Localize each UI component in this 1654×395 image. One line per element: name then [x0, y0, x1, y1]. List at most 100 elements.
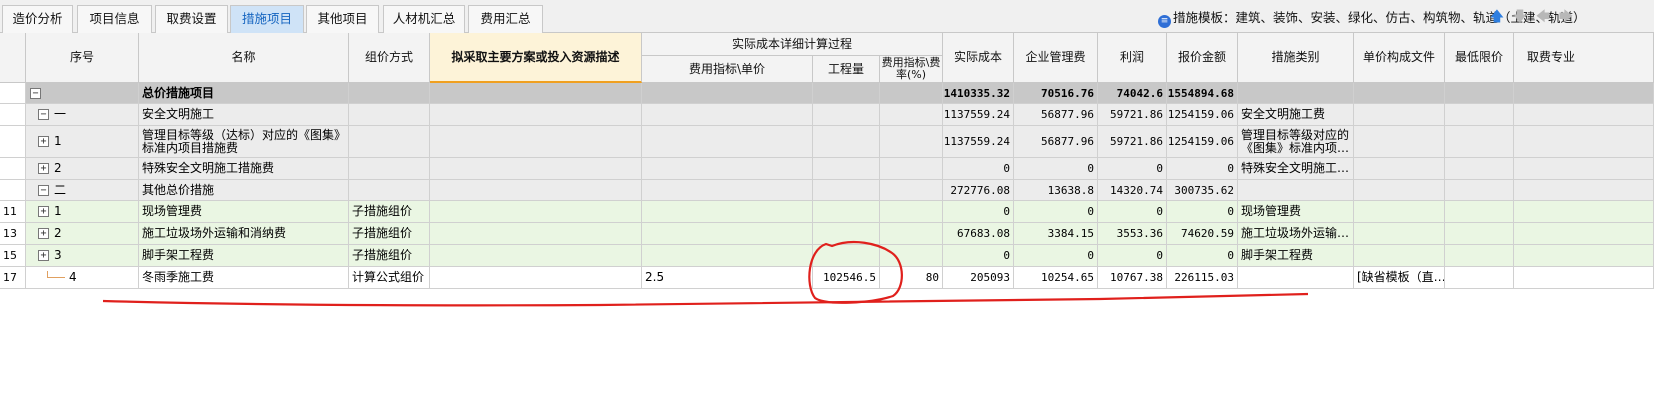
name-cell[interactable]: 现场管理费: [139, 201, 349, 223]
measure-category-cell[interactable]: 施工垃圾场外运输…: [1238, 223, 1354, 245]
quantity-cell[interactable]: [813, 180, 880, 201]
tab-fee-summary[interactable]: 费用汇总: [468, 5, 543, 33]
index-unit-price-cell[interactable]: [642, 83, 813, 104]
line-number-cell[interactable]: [0, 126, 26, 158]
min-price-cell[interactable]: [1445, 223, 1514, 245]
pricing-method-cell[interactable]: [349, 83, 430, 104]
index-unit-price-cell[interactable]: [642, 245, 813, 267]
pricing-method-cell[interactable]: 子措施组价: [349, 223, 430, 245]
plan-description-cell[interactable]: [430, 158, 642, 180]
actual-cost-cell[interactable]: 1410335.32: [943, 83, 1014, 104]
min-price-cell[interactable]: [1445, 126, 1514, 158]
name-cell[interactable]: 特殊安全文明施工措施费: [139, 158, 349, 180]
min-price-cell[interactable]: [1445, 201, 1514, 223]
quote-amount-cell[interactable]: 1254159.06: [1167, 126, 1238, 158]
profit-cell[interactable]: 0: [1098, 245, 1167, 267]
quote-amount-cell[interactable]: 1254159.06: [1167, 104, 1238, 126]
header-pricing-method[interactable]: 组价方式: [349, 33, 430, 83]
actual-cost-cell[interactable]: 67683.08: [943, 223, 1014, 245]
unit-price-file-cell[interactable]: [1354, 201, 1445, 223]
quantity-cell[interactable]: [813, 223, 880, 245]
min-price-cell[interactable]: [1445, 245, 1514, 267]
tab-other-items[interactable]: 其他项目: [306, 5, 379, 33]
collapse-icon[interactable]: −: [38, 184, 49, 196]
measure-category-cell[interactable]: 脚手架工程费: [1238, 245, 1354, 267]
pricing-method-cell[interactable]: [349, 126, 430, 158]
plan-description-cell[interactable]: [430, 83, 642, 104]
quantity-cell[interactable]: [813, 126, 880, 158]
plan-description-cell[interactable]: [430, 126, 642, 158]
measure-category-cell[interactable]: [1238, 267, 1354, 289]
rate-cell[interactable]: 80: [880, 267, 943, 289]
mgmt-fee-cell[interactable]: 0: [1014, 158, 1098, 180]
seq-cell[interactable]: +2: [26, 223, 139, 245]
fee-profession-cell[interactable]: [1514, 267, 1654, 289]
min-price-cell[interactable]: [1445, 83, 1514, 104]
seq-cell[interactable]: +3: [26, 245, 139, 267]
unit-price-file-cell[interactable]: [1354, 158, 1445, 180]
mgmt-fee-cell[interactable]: 13638.8: [1014, 180, 1098, 201]
pricing-method-cell[interactable]: [349, 158, 430, 180]
seq-cell[interactable]: − 二: [26, 180, 139, 201]
header-profit[interactable]: 利润: [1098, 33, 1167, 83]
profit-cell[interactable]: 59721.86: [1098, 126, 1167, 158]
rate-cell[interactable]: [880, 104, 943, 126]
unit-price-file-cell[interactable]: [缺省模板（直…: [1354, 267, 1445, 289]
actual-cost-cell[interactable]: 0: [943, 201, 1014, 223]
profit-cell[interactable]: 0: [1098, 201, 1167, 223]
measure-category-cell[interactable]: 安全文明施工费: [1238, 104, 1354, 126]
seq-cell[interactable]: − 一: [26, 104, 139, 126]
quote-amount-cell[interactable]: 74620.59: [1167, 223, 1238, 245]
expand-icon[interactable]: +: [38, 136, 49, 147]
header-index-unit-price[interactable]: 费用指标\单价: [642, 56, 813, 83]
quantity-cell[interactable]: [813, 158, 880, 180]
plan-description-cell[interactable]: [430, 267, 642, 289]
header-quote-amount[interactable]: 报价金额: [1167, 33, 1238, 83]
line-number-cell[interactable]: [0, 180, 26, 201]
quantity-cell[interactable]: [813, 104, 880, 126]
index-unit-price-cell[interactable]: [642, 180, 813, 201]
mgmt-fee-cell[interactable]: 3384.15: [1014, 223, 1098, 245]
header-unit-price-file[interactable]: 单价构成文件: [1354, 33, 1445, 83]
pricing-method-cell[interactable]: [349, 180, 430, 201]
index-unit-price-cell[interactable]: [642, 126, 813, 158]
name-cell[interactable]: 安全文明施工: [139, 104, 349, 126]
rate-cell[interactable]: [880, 126, 943, 158]
fee-profession-cell[interactable]: [1514, 104, 1654, 126]
fee-profession-cell[interactable]: [1514, 201, 1654, 223]
min-price-cell[interactable]: [1445, 104, 1514, 126]
profit-cell[interactable]: 10767.38: [1098, 267, 1167, 289]
quantity-cell[interactable]: [813, 201, 880, 223]
unit-price-file-cell[interactable]: [1354, 83, 1445, 104]
mgmt-fee-cell[interactable]: 0: [1014, 245, 1098, 267]
collapse-icon[interactable]: −: [30, 87, 41, 99]
unit-price-file-cell[interactable]: [1354, 104, 1445, 126]
min-price-cell[interactable]: [1445, 267, 1514, 289]
move-left-arrow-icon[interactable]: 🡄: [1534, 8, 1552, 26]
profit-cell[interactable]: 3553.36: [1098, 223, 1167, 245]
name-cell[interactable]: 脚手架工程费: [139, 245, 349, 267]
mgmt-fee-cell[interactable]: 70516.76: [1014, 83, 1098, 104]
name-cell[interactable]: 管理目标等级（达标）对应的《图集》标准内项目措施费: [139, 126, 349, 158]
profit-cell[interactable]: 74042.6: [1098, 83, 1167, 104]
measure-category-cell[interactable]: 特殊安全文明施工…: [1238, 158, 1354, 180]
seq-cell[interactable]: 4: [26, 267, 139, 289]
seq-cell[interactable]: +1: [26, 126, 139, 158]
expand-icon[interactable]: +: [38, 206, 49, 217]
unit-price-file-cell[interactable]: [1354, 180, 1445, 201]
measure-category-cell[interactable]: 现场管理费: [1238, 201, 1354, 223]
header-seq[interactable]: 序号: [26, 33, 139, 83]
plan-description-cell[interactable]: [430, 180, 642, 201]
line-number-cell[interactable]: [0, 83, 26, 104]
move-down-arrow-icon[interactable]: 🡇: [1511, 8, 1529, 26]
move-up-arrow-icon[interactable]: 🡅: [1488, 8, 1506, 26]
tab-measure-items[interactable]: 措施项目: [230, 5, 304, 33]
header-mgmt-fee[interactable]: 企业管理费: [1014, 33, 1098, 83]
expand-icon[interactable]: +: [38, 250, 49, 261]
mgmt-fee-cell[interactable]: 0: [1014, 201, 1098, 223]
rate-cell[interactable]: [880, 245, 943, 267]
fee-profession-cell[interactable]: [1514, 245, 1654, 267]
name-cell[interactable]: 其他总价措施: [139, 180, 349, 201]
rate-cell[interactable]: [880, 83, 943, 104]
unit-price-file-cell[interactable]: [1354, 223, 1445, 245]
